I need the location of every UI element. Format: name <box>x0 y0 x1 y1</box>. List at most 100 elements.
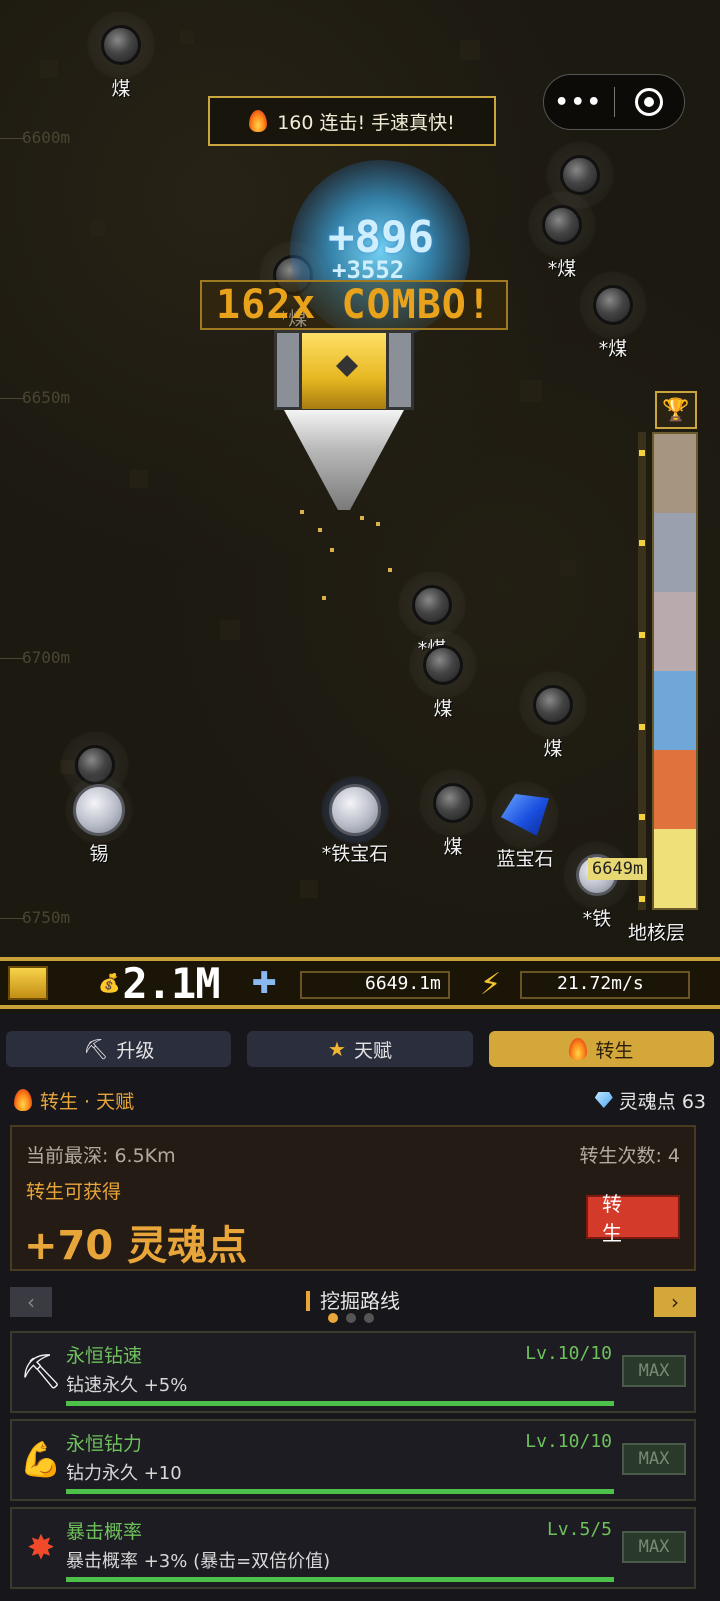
max-depth-text: 当前最深: 6.5Km <box>26 1145 176 1167</box>
ore-coal[interactable]: *煤 <box>527 190 597 281</box>
coal-rock-icon <box>423 645 463 685</box>
ore-label: *煤 <box>598 338 628 360</box>
trophy-button[interactable]: 🏆 <box>655 391 697 429</box>
dirt-pixel <box>560 560 576 576</box>
ore-coal[interactable]: 煤 <box>518 670 588 761</box>
money-bag-icon: 💰 <box>98 972 121 994</box>
depth-gauge <box>652 432 698 910</box>
talent-progress <box>66 1577 614 1582</box>
money-value: 2.1M <box>122 958 220 1008</box>
page-dot[interactable] <box>364 1313 374 1323</box>
rebirth-button[interactable]: 转 生 <box>586 1192 680 1245</box>
talent-row: ✸ 暴击概率 暴击概率 +3% (暴击=双倍价值) Lv.5/5 MAX <box>10 1507 696 1589</box>
rebirth-gain-label: 转生可获得 <box>26 1181 122 1203</box>
talent-level: Lv.10/10 <box>525 1431 612 1452</box>
ore-label: *铁 <box>582 908 612 930</box>
gold-block-icon <box>8 966 48 1000</box>
miniprogram-capsule: ••• <box>543 74 685 130</box>
flame-icon <box>569 1038 588 1060</box>
route-title: 挖掘路线 <box>10 1285 696 1314</box>
dirt-pixel <box>130 470 148 488</box>
depth-gauge-rail <box>638 432 646 910</box>
game-viewport[interactable]: 6600m 6650m 6700m 6750m 煤 *煤 *煤 *煤 *煤 煤 … <box>0 0 720 975</box>
coal-rock-icon <box>533 685 573 725</box>
talent-row: ⛏ 永恒钻速 钻速永久 +5% Lv.10/10 MAX <box>10 1331 696 1413</box>
tab-upgrade[interactable]: ⛏ 升级 <box>6 1031 232 1067</box>
core-layer-label: 地核层 <box>628 922 686 944</box>
talent-progress-fill <box>66 1401 614 1406</box>
current-depth-tag: 6649m <box>588 858 648 880</box>
route-page-dots <box>328 1313 374 1323</box>
talent-name: 暴击概率 <box>66 1521 143 1543</box>
page-dot[interactable] <box>328 1313 338 1323</box>
status-bar: 💰 2.1M ✚ 6649.1m ⚡ 21.72m/s <box>0 957 720 1009</box>
tab-talent[interactable]: ★ 天赋 <box>247 1031 473 1067</box>
spark-particle <box>360 516 364 520</box>
ore-sapphire[interactable]: 蓝宝石 <box>490 780 560 871</box>
rail-dot <box>639 724 645 730</box>
talent-progress-fill <box>66 1577 614 1582</box>
speed-value: 21.72m/s <box>557 973 644 994</box>
gauge-layer <box>654 671 696 750</box>
coal-rock-icon <box>560 155 600 195</box>
coal-rock-icon <box>433 783 473 823</box>
more-dots-icon: ••• <box>554 89 603 115</box>
ore-label: 锡 <box>89 843 109 865</box>
spark-particle <box>322 596 326 600</box>
talent-name: 永恒钻速 <box>66 1345 143 1367</box>
more-menu-button[interactable]: ••• <box>544 75 614 129</box>
spark-particle <box>388 568 392 572</box>
talent-level: Lv.10/10 <box>525 1343 612 1364</box>
tin-rock-icon <box>73 784 125 836</box>
tab-label: 升级 <box>116 1039 155 1062</box>
talent-desc: 钻力永久 +10 <box>66 1463 182 1484</box>
pickaxe-icon: ⛏ <box>19 1352 63 1392</box>
close-miniprogram-button[interactable] <box>615 75 685 129</box>
talent-name: 永恒钻力 <box>66 1433 143 1455</box>
gauge-layer <box>654 513 696 592</box>
page-dot[interactable] <box>346 1313 356 1323</box>
dirt-pixel <box>300 880 318 898</box>
drill-machine[interactable] <box>274 330 414 410</box>
talent-level: Lv.5/5 <box>546 1519 612 1540</box>
combo-banner-text: 160 连击! 手速真快! <box>277 111 455 134</box>
ore-coal[interactable]: *煤 <box>578 270 648 361</box>
sapphire-icon <box>501 794 549 836</box>
combo-count-text: 162x COMBO! <box>200 280 508 330</box>
combo-banner: 160 连击! 手速真快! <box>208 96 496 146</box>
damage-popup-small: +3552 <box>332 256 405 284</box>
dirt-pixel <box>40 60 58 78</box>
coal-rock-icon <box>593 285 633 325</box>
route-next-button[interactable]: › <box>654 1287 696 1317</box>
dirt-pixel <box>90 220 106 236</box>
bottom-panel: ⛏ 升级 ★ 天赋 转生 转生 · 天赋 灵魂点 63 当前最深: 6.5Km … <box>0 1013 720 1601</box>
dirt-pixel <box>180 30 194 44</box>
ore-coal[interactable]: 煤 <box>418 768 488 859</box>
talent-progress <box>66 1401 614 1406</box>
ore-label: 煤 <box>443 836 463 858</box>
tab-rebirth[interactable]: 转生 <box>488 1031 714 1067</box>
rail-dot <box>639 814 645 820</box>
tab-bar: ⛏ 升级 ★ 天赋 转生 <box>6 1031 714 1067</box>
drill-bit-icon <box>284 410 404 510</box>
ore-coal[interactable]: 煤 <box>408 630 478 721</box>
ore-label: 蓝宝石 <box>496 848 554 870</box>
ore-coal[interactable]: 煤 <box>86 10 156 101</box>
bolt-icon: ⚡ <box>480 967 502 1002</box>
rail-dot <box>639 896 645 902</box>
ore-tin[interactable]: 锡 <box>64 775 134 866</box>
ore-iron-gem[interactable]: *铁宝石 <box>320 775 390 866</box>
sword-icon: ✚ <box>251 965 277 1001</box>
talent-row: 💪 永恒钻力 钻力永久 +10 Lv.10/10 MAX <box>10 1419 696 1501</box>
spark-particle <box>300 510 304 514</box>
ore-iron[interactable]: *铁 <box>562 840 632 931</box>
talent-desc: 暴击概率 +3% (暴击=双倍价值) <box>66 1551 331 1572</box>
max-button[interactable]: MAX <box>622 1443 686 1475</box>
max-button[interactable]: MAX <box>622 1531 686 1563</box>
dirt-pixel <box>460 40 480 60</box>
section-header: 转生 · 天赋 灵魂点 63 <box>14 1085 706 1115</box>
flame-icon <box>14 1089 32 1111</box>
coal-rock-icon <box>412 585 452 625</box>
rebirth-count-text: 转生次数: 4 <box>579 1145 680 1167</box>
max-button[interactable]: MAX <box>622 1355 686 1387</box>
